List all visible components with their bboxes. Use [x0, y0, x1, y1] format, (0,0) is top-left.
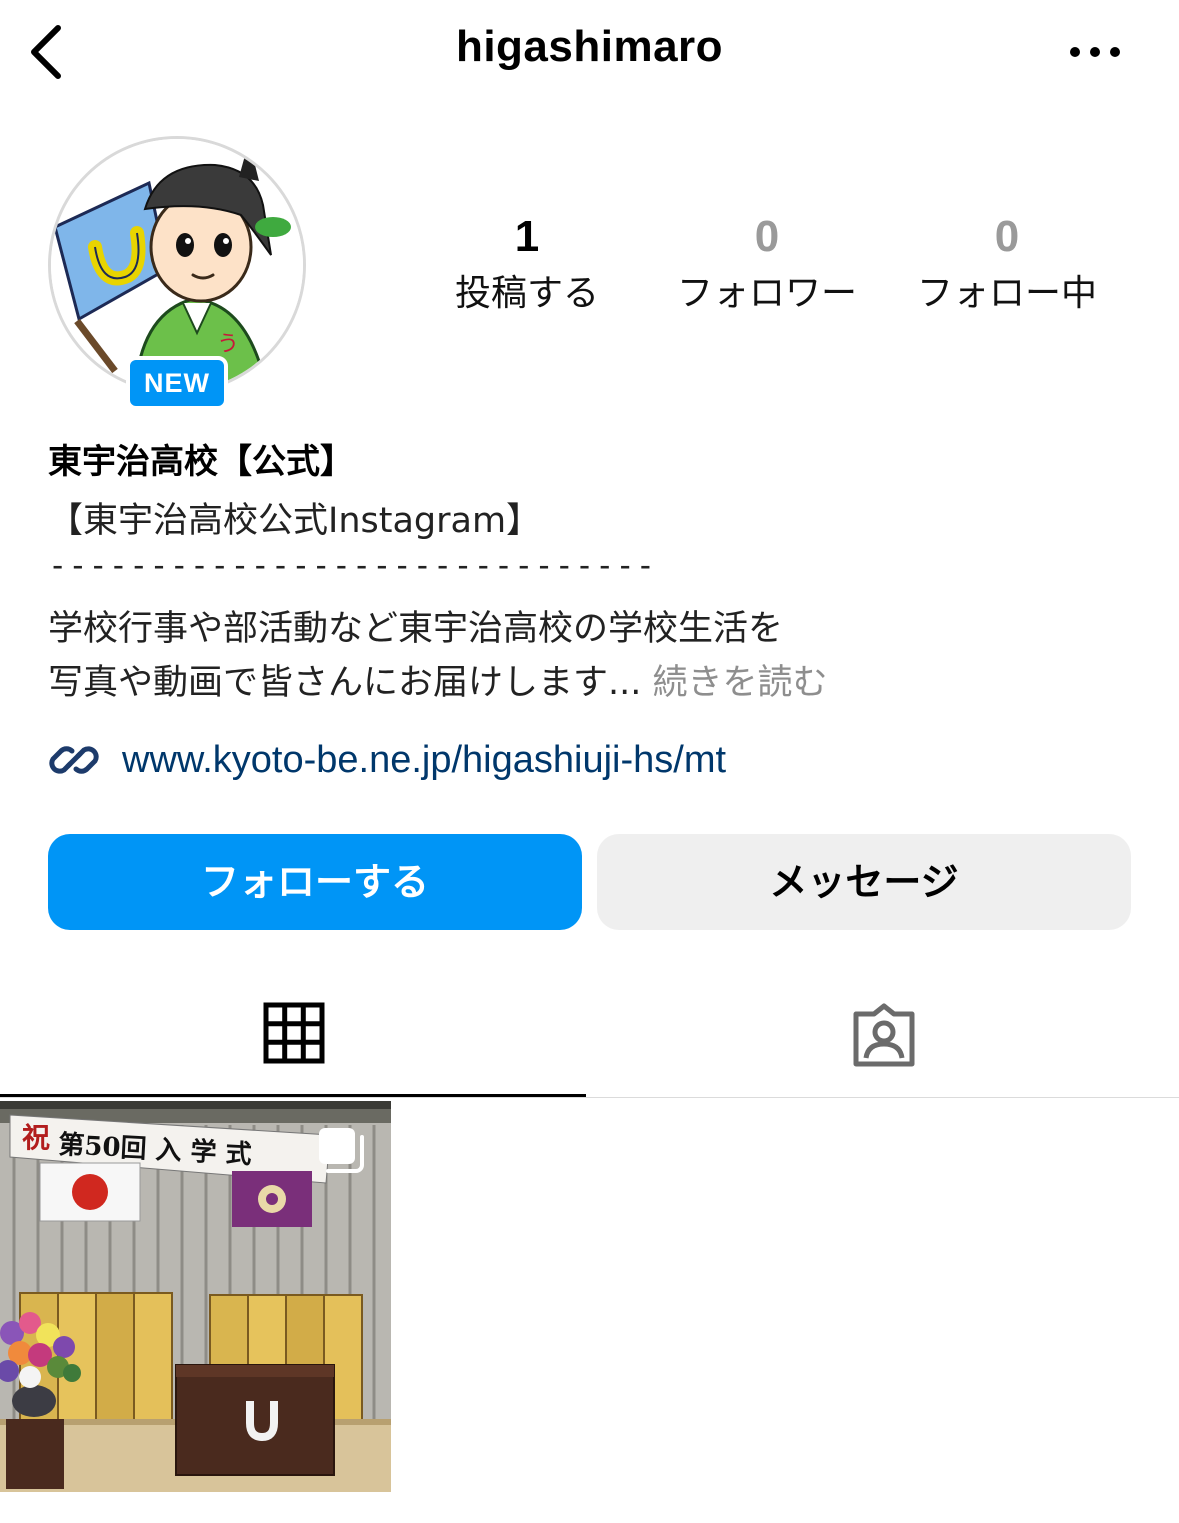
bio-line-4: 写真や動画で皆さんにお届けします... 続きを読む	[48, 654, 828, 705]
link-icon	[49, 746, 99, 774]
post-thumbnail[interactable]: 祝 第50回 入 学 式	[0, 1101, 391, 1492]
stat-following[interactable]: 0 フォロー中	[902, 208, 1112, 318]
banner-mark: 祝	[22, 1121, 50, 1154]
display-name: 東宇治高校【公式】	[48, 442, 354, 482]
stat-posts[interactable]: 1 投稿する	[422, 208, 632, 318]
stat-following-label: フォロー中	[916, 273, 1097, 314]
tab-tagged[interactable]	[586, 970, 1179, 1096]
stat-following-count: 0	[994, 212, 1020, 261]
stat-posts-count: 1	[514, 212, 540, 261]
tagged-person-icon	[853, 1003, 915, 1067]
mascot-avatar-image: う	[51, 139, 303, 391]
carousel-icon	[319, 1128, 364, 1173]
stat-followers-count: 0	[754, 212, 780, 261]
stat-followers[interactable]: 0 フォロワー	[662, 208, 872, 318]
stat-followers-label: フォロワー	[676, 273, 857, 314]
bio-line-1: 【東宇治高校公式Instagram】	[48, 501, 542, 541]
bio-line-4-text: 写真や動画で皆さんにお届けします...	[48, 663, 642, 703]
profile-link[interactable]: www.kyoto-be.ne.jp/higashiuji-hs/mt	[48, 730, 726, 790]
bio-line-2: ------------------------------	[48, 546, 656, 584]
tab-posts[interactable]	[0, 970, 586, 1096]
more-options-button[interactable]	[1062, 32, 1132, 72]
ellipsis-icon	[1070, 47, 1120, 57]
message-button[interactable]: メッセージ	[597, 834, 1131, 930]
follow-button[interactable]: フォローする	[48, 834, 582, 930]
svg-text:う: う	[217, 332, 239, 357]
tab-divider	[0, 1097, 1179, 1098]
stat-posts-label: 投稿する	[454, 273, 599, 314]
profile-link-text: www.kyoto-be.ne.jp/higashiuji-hs/mt	[122, 738, 727, 781]
bio-more-link[interactable]: 続きを読む	[641, 663, 828, 703]
new-badge: NEW	[126, 356, 228, 410]
profile-username: higashimaro	[455, 22, 724, 71]
grid-icon	[263, 1002, 325, 1064]
bio-line-3: 学校行事や部活動など東宇治高校の学校生活を	[48, 609, 784, 649]
